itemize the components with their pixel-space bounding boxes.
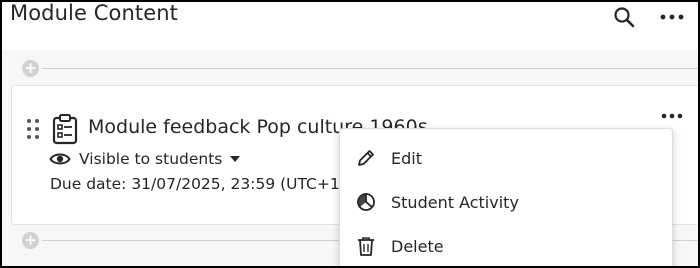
- caret-down-icon: [230, 156, 241, 162]
- screen-frame: Module Content + Module feedback Pop cul…: [0, 0, 700, 268]
- add-content-button[interactable]: +: [22, 60, 39, 77]
- divider: [42, 68, 698, 69]
- search-icon: [614, 7, 635, 28]
- due-date: Due date: 31/07/2025, 23:59 (UTC+1): [50, 175, 346, 193]
- menu-item-delete[interactable]: Delete: [340, 226, 672, 266]
- menu-item-label: Student Activity: [391, 192, 519, 212]
- pencil-icon: [358, 150, 374, 166]
- item-more-button[interactable]: [654, 104, 690, 128]
- more-horizontal-icon: [661, 113, 683, 119]
- header-more-button[interactable]: [652, 2, 692, 32]
- plus-icon: +: [24, 231, 37, 249]
- item-context-menu: Edit Student Activity Delete: [339, 128, 673, 266]
- add-content-row-top: +: [2, 59, 698, 79]
- eye-icon: [49, 153, 71, 165]
- more-horizontal-icon: [660, 14, 684, 20]
- drag-handle[interactable]: [26, 118, 40, 140]
- assignment-clipboard-icon: [52, 113, 78, 145]
- menu-item-edit[interactable]: Edit: [340, 138, 672, 178]
- page-title: Module Content: [10, 1, 178, 25]
- page-header: Module Content: [2, 2, 698, 50]
- menu-item-student-activity[interactable]: Student Activity: [340, 182, 672, 222]
- menu-item-label: Edit: [391, 148, 422, 168]
- visibility-label: Visible to students: [79, 150, 223, 168]
- add-content-button[interactable]: +: [22, 232, 39, 249]
- trash-icon: [358, 237, 374, 256]
- pie-chart-icon: [357, 193, 375, 211]
- search-button[interactable]: [608, 2, 640, 32]
- visibility-dropdown[interactable]: Visible to students: [49, 148, 241, 170]
- menu-item-label: Delete: [391, 236, 444, 256]
- drag-handle-icon: [27, 119, 39, 139]
- plus-icon: +: [24, 59, 37, 77]
